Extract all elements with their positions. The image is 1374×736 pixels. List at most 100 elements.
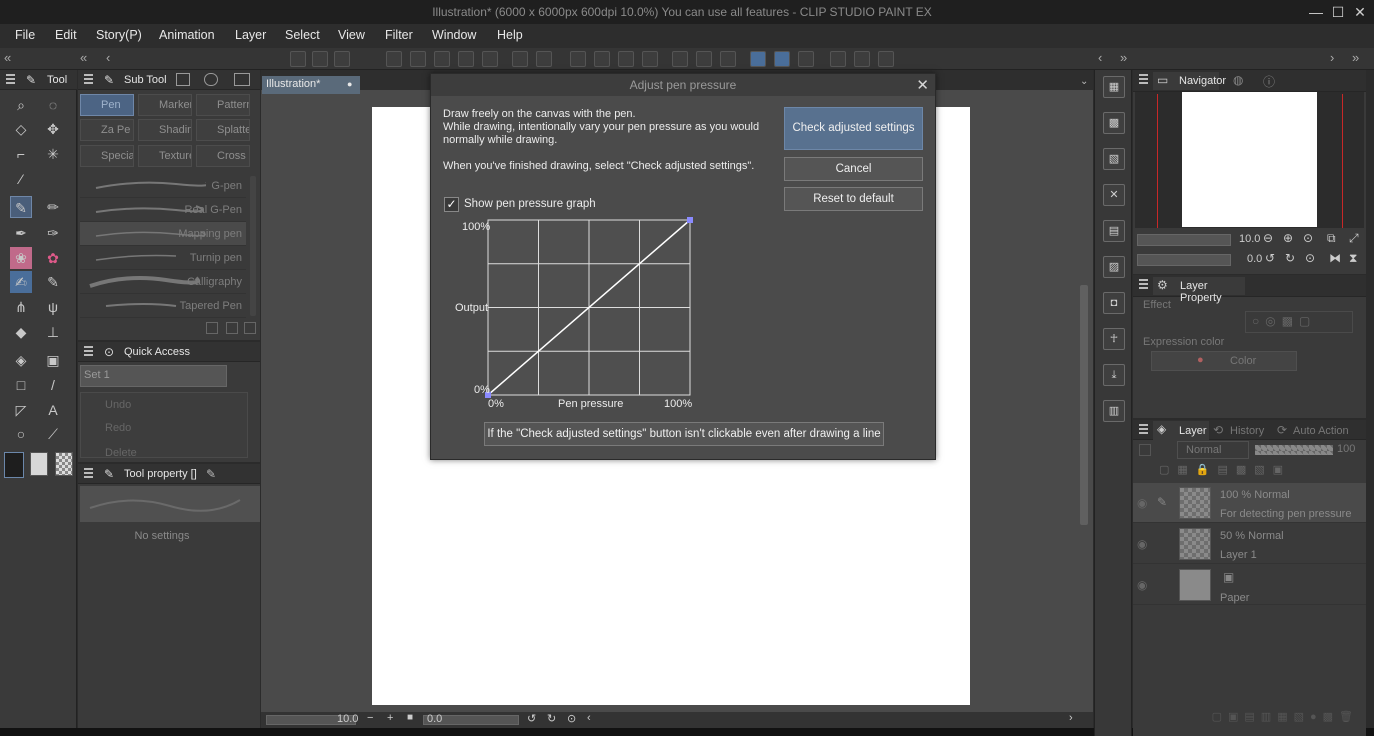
clear-icon[interactable] — [458, 51, 474, 67]
rotate-icon[interactable]: ◌ — [42, 94, 64, 116]
main-color-swatch[interactable] — [4, 452, 24, 478]
layer-icon[interactable] — [830, 51, 846, 67]
sub-color-swatch[interactable] — [30, 452, 48, 476]
layer-row[interactable]: ◉ ✎ 100 % Normal For detecting pen press… — [1133, 483, 1366, 523]
show-graph-checkbox[interactable]: ✓ — [444, 197, 459, 212]
color-wheel-icon[interactable]: ▦ — [1103, 76, 1125, 98]
flip-vertical-icon[interactable]: ⧗ — [1349, 251, 1357, 266]
snap-ruler-icon[interactable] — [750, 51, 766, 67]
pen-tool-icon[interactable]: ✎ — [10, 196, 32, 218]
menu-select[interactable]: Select — [285, 28, 320, 42]
collapse-left-icon[interactable]: « — [4, 50, 11, 65]
snap-special-icon[interactable] — [774, 51, 790, 67]
rotate-left-icon[interactable]: ↺ — [1265, 251, 1275, 265]
layer-row[interactable]: ◉ 50 % Normal Layer 1 — [1133, 524, 1366, 564]
material-icon[interactable]: ◘ — [1103, 292, 1125, 314]
brush-real-gpen[interactable]: Real G-Pen — [80, 198, 246, 222]
pencil-tool-icon[interactable]: ✏ — [42, 196, 64, 218]
color-slider-icon[interactable]: ▩ — [1103, 112, 1125, 134]
reset-rotate-icon[interactable]: ⊙ — [567, 712, 576, 725]
tab-list-icon[interactable]: ⌄ — [1080, 76, 1088, 87]
canvas-vertical-scrollbar[interactable] — [1080, 285, 1088, 525]
download-icon[interactable]: ⤓ — [1103, 364, 1125, 386]
quick-access-item[interactable]: Undo — [105, 399, 131, 411]
minimize-button[interactable]: — — [1306, 3, 1326, 21]
new-file-icon[interactable] — [290, 51, 306, 67]
menu-icon[interactable] — [1139, 74, 1148, 84]
selection-icon[interactable] — [594, 51, 610, 67]
reset-to-default-button[interactable]: Reset to default — [784, 187, 923, 211]
object-icon[interactable]: ◇ — [10, 118, 32, 140]
menu-icon[interactable] — [1139, 424, 1148, 434]
selection-tool-icon[interactable]: ⌐ — [10, 143, 32, 165]
approximate-color-icon[interactable]: ▤ — [1103, 220, 1125, 242]
eye-icon[interactable]: ◉ — [1137, 537, 1147, 551]
spray-tool-icon[interactable]: ⋔ — [10, 296, 32, 318]
eye-icon[interactable]: ◉ — [1137, 496, 1147, 510]
menu-layer[interactable]: Layer — [235, 28, 266, 42]
angle-value[interactable]: 0.0 — [427, 713, 442, 725]
undo-icon[interactable] — [512, 51, 528, 67]
stamp-tool-icon[interactable]: ⊥ — [42, 321, 64, 343]
opacity-slider[interactable] — [1255, 445, 1333, 455]
menu-icon[interactable] — [6, 74, 15, 84]
transparent-color-swatch[interactable] — [55, 452, 73, 476]
ruler-icon[interactable] — [672, 51, 688, 67]
zoom-out-icon[interactable]: − — [367, 712, 373, 724]
auto-select-icon[interactable]: ✳ — [42, 143, 64, 165]
layer-row[interactable]: ◉ ▣ Paper — [1133, 565, 1366, 605]
menu-view[interactable]: View — [338, 28, 365, 42]
navigator-angle-slider[interactable] — [1137, 254, 1231, 266]
save-file-icon[interactable] — [334, 51, 350, 67]
group-zape-button[interactable]: Za Pe — [80, 119, 134, 141]
menu-help[interactable]: Help — [497, 28, 523, 42]
group-shading-button[interactable]: Shading — [138, 119, 192, 141]
color-history-icon[interactable]: ▨ — [1103, 256, 1125, 278]
collapse-right-icon[interactable]: » — [1120, 50, 1127, 65]
new-sub-tool-icon[interactable] — [226, 322, 238, 334]
menu-icon[interactable] — [84, 74, 93, 84]
eraser-tool-icon[interactable]: ◆ — [10, 321, 32, 343]
redo-icon[interactable] — [536, 51, 552, 67]
open-file-icon[interactable] — [312, 51, 328, 67]
menu-icon[interactable] — [1139, 279, 1148, 289]
group-pattern-button[interactable]: Pattern — [196, 94, 250, 116]
group-cross-button[interactable]: Cross — [196, 145, 250, 167]
check-adjusted-settings-button[interactable]: Check adjusted settings — [784, 107, 923, 150]
layer-clip-checkbox[interactable] — [1139, 444, 1151, 456]
brush-calligraphy[interactable]: Calligraphy — [80, 270, 246, 294]
collapse-sub-icon[interactable]: « — [80, 50, 87, 65]
cancel-button[interactable]: Cancel — [784, 157, 923, 181]
move-icon[interactable]: ✥ — [42, 118, 64, 140]
text-tool-icon[interactable]: A — [42, 399, 64, 421]
effect-buttons[interactable]: ○◎▩▢ — [1245, 311, 1353, 333]
fill-tool-icon[interactable]: ◈ — [10, 349, 32, 371]
actual-size-icon[interactable]: ⊙ — [1303, 231, 1313, 245]
brush-gpen[interactable]: G-pen — [80, 174, 246, 198]
airbrush-tool-icon[interactable]: ✍ — [10, 271, 32, 293]
scroll-right-icon[interactable]: › — [1069, 712, 1073, 724]
navigator-tab[interactable]: ▭ Navigator — [1153, 72, 1226, 90]
sub-tool-grid-icon[interactable] — [234, 73, 250, 86]
quick-access-item[interactable]: Redo — [105, 422, 131, 434]
menu-animation[interactable]: Animation — [159, 28, 215, 42]
fit-icon[interactable]: ■ — [407, 712, 413, 723]
curve-end-handle[interactable] — [687, 217, 693, 223]
quick-access-set-select[interactable]: Set 1 — [80, 365, 227, 387]
show-graph-label[interactable]: Show pen pressure graph — [464, 198, 596, 210]
sub-tool-settings-icon[interactable] — [204, 73, 218, 86]
expression-color-select[interactable]: Color — [1151, 351, 1297, 371]
layer-bottom-icons[interactable]: ▢▣▤▥▦▧●▩🗑 — [1139, 710, 1359, 724]
zoom-out-icon[interactable]: ⊖ — [1263, 231, 1273, 245]
chevron-left-right-icon[interactable]: ‹ — [1098, 50, 1102, 65]
blend-mode-select[interactable]: Normal — [1177, 441, 1249, 459]
layer-tab[interactable]: ◈ Layer — [1153, 421, 1209, 440]
blend-tool-icon[interactable]: ✎ — [42, 271, 64, 293]
info-icon[interactable]: ⓘ — [1263, 73, 1275, 90]
rotate-right-icon[interactable]: ↻ — [547, 712, 556, 725]
group-marker-button[interactable]: Marker — [138, 94, 192, 116]
brush-tool-icon[interactable]: ✒ — [10, 222, 32, 244]
brush-turnip-pen[interactable]: Turnip pen — [80, 246, 246, 270]
close-window-button[interactable]: ✕ — [1350, 3, 1370, 21]
item-bank-icon[interactable]: ▥ — [1103, 400, 1125, 422]
